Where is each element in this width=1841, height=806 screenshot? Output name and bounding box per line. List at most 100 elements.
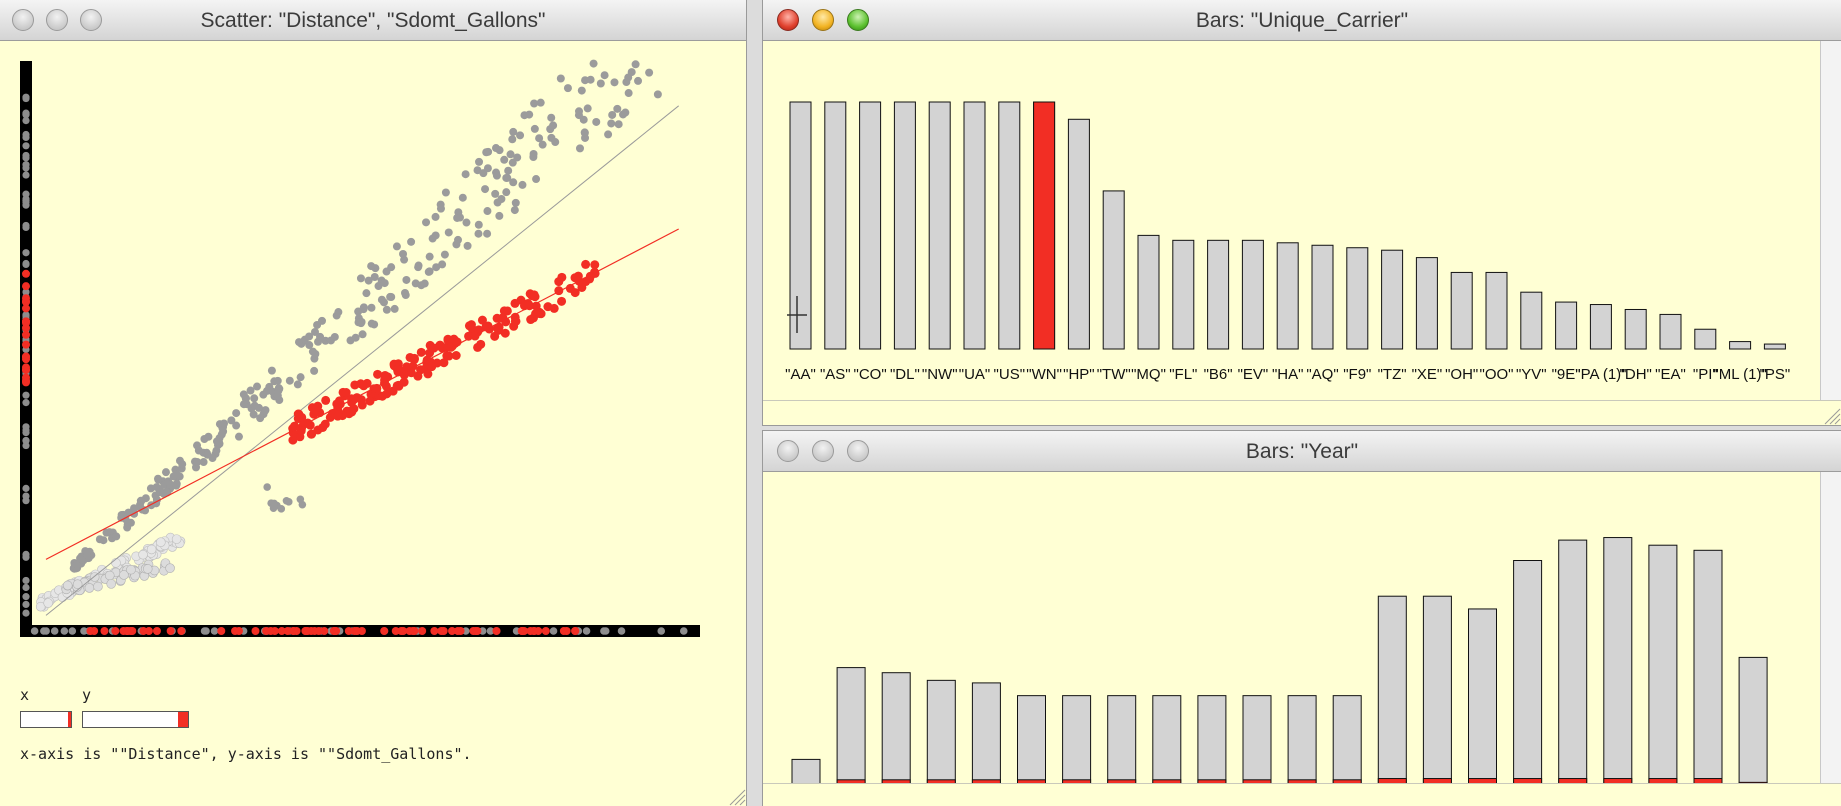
x-slider[interactable] [20,711,72,728]
scatter-point [653,90,662,99]
scatter-point [431,231,440,240]
scatter-point [436,204,445,213]
bar [1693,549,1723,791]
vertical-scrollbar[interactable] [1820,41,1841,401]
y-rug-point [22,249,30,257]
scatter-point [382,305,391,314]
scatter-point [604,130,613,139]
y-rug-point [22,190,30,198]
x-rug-point-highlighted [562,627,571,635]
y-rug-point-highlighted [22,340,30,349]
scatter-point [473,166,482,175]
x-rug-point-highlighted [357,627,366,635]
scatter-point [510,206,519,215]
year-bar-chart[interactable]: 1987198819891990199119921993199419951996… [763,472,1841,806]
scatter-point [401,288,410,297]
y-rug-point [22,161,30,169]
scatter-point [504,166,513,175]
bar [998,101,1021,350]
x-rug-point-highlighted [418,627,427,635]
scatter-point [126,564,136,575]
x-rug-point-highlighted [152,627,161,635]
bar [1062,695,1092,791]
scatter-point [293,380,302,389]
scatter-point-highlighted [427,362,437,372]
scatter-point [530,99,539,108]
scatter-point [172,470,181,479]
scatter-point [607,119,616,128]
scatter-point [171,534,182,544]
scatter-point [146,484,155,493]
y-rug-point-highlighted [22,269,30,278]
x-rug-point-highlighted [439,627,448,635]
category-label: "AA" [785,366,816,383]
bar [1520,291,1543,350]
scatter-point [310,366,319,375]
y-rug-point [22,142,30,150]
scatter-point [502,188,511,197]
bar [1276,242,1299,350]
scatter-point [123,520,132,529]
bar-highlight [1033,101,1056,350]
scatter-point [491,144,500,153]
category-label: "EA" [1655,366,1686,383]
y-rug-point [22,259,30,268]
scatter-point [461,170,470,179]
carrier-bar-chart[interactable]: "AA" "AS" "CO" "DL" "NW" "UA" "US" "WN" "HP" "TW"… [763,41,1841,401]
scatter-titlebar: Scatter: "Distance", "Sdomt_Gallons" [0,0,746,41]
scatter-point [462,218,471,227]
x-slider-fill [68,712,71,727]
y-rug-point [22,576,30,585]
scatter-point [239,390,248,399]
scatter-point-highlighted [554,277,564,287]
x-rug-point-highlighted [408,627,417,635]
scatter-point [475,157,484,166]
scatter-point-highlighted [543,302,553,312]
category-label: "F9" [1343,366,1371,383]
y-slider[interactable] [82,711,189,728]
bar [1450,271,1473,350]
scatter-point [440,250,449,259]
bar [1485,271,1508,350]
scatter-point [420,279,429,288]
year-content: 1987198819891990199119921993199419951996… [763,472,1841,806]
y-rug-point [22,600,30,609]
scatter-point [106,579,117,589]
scatter-point [267,366,276,375]
year-window-title: Bars: "Year" [1245,440,1359,463]
scatter-point [357,317,366,326]
scatter-point [508,135,517,144]
scatter-point [422,218,431,227]
scatter-point-highlighted [499,306,509,316]
scatter-point [253,382,262,391]
vertical-scrollbar[interactable] [1820,472,1841,784]
x-rug-point-highlighted [266,627,275,635]
scatter-point-highlighted [307,429,317,439]
scatter-point [256,414,265,423]
scatter-plot[interactable] [0,41,746,806]
scatter-point-highlighted [473,342,483,352]
scatter-point [217,430,226,439]
category-label: "MQ" [1131,366,1166,383]
y-rug-point-highlighted [22,352,30,361]
scatter-point [458,193,467,202]
resize-grip-icon[interactable] [724,784,746,806]
bar [963,101,986,350]
scatter-point [506,150,515,159]
bar [1017,695,1046,791]
x-rug-point-highlighted [303,627,312,635]
scatter-point [308,347,317,356]
scatter-point [178,460,187,469]
x-rug-point-highlighted [534,627,543,635]
bar [1287,695,1317,791]
y-rug-point [22,133,30,142]
scatter-point [495,211,504,220]
scatter-point [631,60,640,69]
resize-grip-icon[interactable] [1819,403,1841,425]
scatter-point-highlighted [477,315,487,325]
scatter-point [518,180,527,189]
scatter-point [549,121,558,130]
scatter-point [153,474,162,483]
y-slider-label: y [82,686,92,704]
category-label: "OO" [1480,366,1514,383]
